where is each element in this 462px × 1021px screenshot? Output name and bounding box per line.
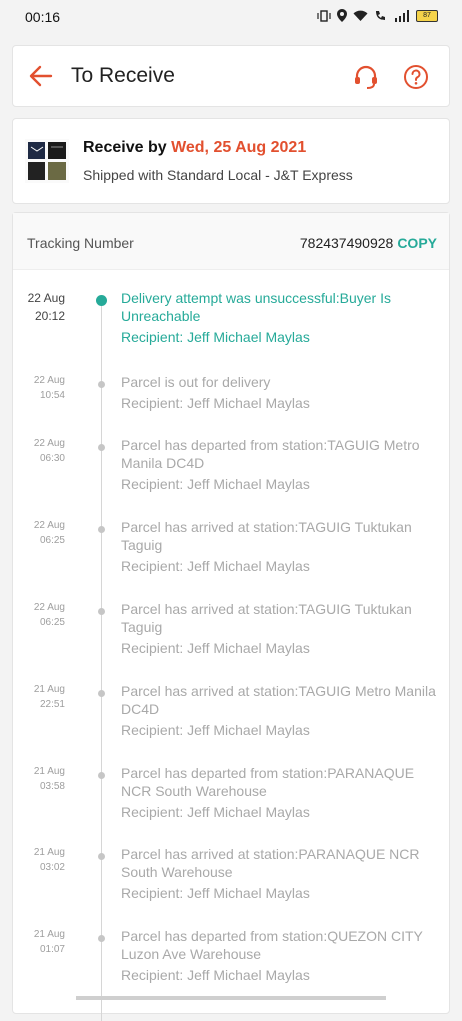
timeline-dot bbox=[98, 444, 105, 451]
event-description: Parcel has departed from station:QUEZON … bbox=[121, 927, 441, 984]
page-title: To Receive bbox=[71, 64, 175, 87]
timeline-dot bbox=[98, 853, 105, 860]
tracking-header: Tracking Number 782437490928 COPY bbox=[13, 213, 449, 270]
battery-icon: 87 bbox=[416, 9, 438, 22]
event-datetime: 21 Aug 22:51 bbox=[19, 682, 65, 712]
event-description: Delivery attempt was unsuccessful:Buyer … bbox=[121, 289, 441, 346]
timeline-dot bbox=[98, 690, 105, 697]
receive-by-label: Receive by bbox=[83, 139, 167, 156]
event-date: 21 Aug bbox=[33, 929, 65, 940]
timeline-dot bbox=[98, 772, 105, 779]
receive-by: Receive by Wed, 25 Aug 2021 bbox=[83, 139, 306, 157]
event-recipient: Recipient: Jeff Michael Maylas bbox=[121, 804, 310, 820]
event-status: Parcel has arrived at station:TAGUIG Tuk… bbox=[121, 601, 412, 635]
tracking-number-label: Tracking Number bbox=[27, 235, 134, 251]
navigation-gesture-bar[interactable] bbox=[76, 996, 386, 1000]
event-time: 22:51 bbox=[39, 699, 65, 710]
shipment-card: Receive by Wed, 25 Aug 2021 Shipped with… bbox=[12, 118, 450, 204]
arrow-left-icon[interactable] bbox=[27, 62, 55, 90]
event-datetime: 22 Aug 20:12 bbox=[19, 289, 65, 325]
question-circle-icon[interactable] bbox=[403, 64, 429, 90]
vibrate-icon bbox=[317, 9, 331, 22]
event-datetime: 22 Aug 06:25 bbox=[19, 518, 65, 548]
event-description: Parcel has departed from station:PARANAQ… bbox=[121, 764, 441, 821]
event-status: Delivery attempt was unsuccessful:Buyer … bbox=[121, 290, 391, 324]
event-datetime: 21 Aug 01:07 bbox=[19, 927, 65, 957]
headset-icon[interactable] bbox=[353, 64, 379, 90]
event-recipient: Recipient: Jeff Michael Maylas bbox=[121, 967, 310, 983]
event-recipient: Recipient: Jeff Michael Maylas bbox=[121, 558, 310, 574]
event-description: Parcel has arrived at station:TAGUIG Tuk… bbox=[121, 518, 441, 575]
event-status: Parcel has departed from station:QUEZON … bbox=[121, 928, 423, 962]
event-date: 21 Aug bbox=[33, 766, 65, 777]
receive-by-date: Wed, 25 Aug 2021 bbox=[171, 139, 307, 156]
timeline-dot bbox=[98, 608, 105, 615]
event-time: 20:12 bbox=[34, 309, 65, 323]
status-bar: 00:16 87 bbox=[0, 0, 462, 34]
timeline-dot bbox=[98, 526, 105, 533]
event-date: 22 Aug bbox=[33, 520, 65, 531]
event-recipient: Recipient: Jeff Michael Maylas bbox=[121, 722, 310, 738]
event-date: 22 Aug bbox=[27, 291, 65, 305]
status-icons: 87 bbox=[317, 9, 438, 22]
product-thumbnail bbox=[25, 139, 69, 183]
event-status: Parcel has arrived at station:TAGUIG Tuk… bbox=[121, 519, 412, 553]
timeline-dot-active bbox=[96, 295, 107, 306]
event-datetime: 22 Aug 06:25 bbox=[19, 600, 65, 630]
location-icon bbox=[337, 9, 347, 22]
event-time: 01:07 bbox=[39, 944, 65, 955]
event-datetime: 21 Aug 03:58 bbox=[19, 764, 65, 794]
event-description: Parcel has arrived at station:TAGUIG Met… bbox=[121, 682, 441, 739]
shipping-method: Shipped with Standard Local - J&T Expres… bbox=[83, 167, 353, 183]
event-date: 22 Aug bbox=[33, 602, 65, 613]
tracking-card: Tracking Number 782437490928 COPY 22 Aug … bbox=[12, 212, 450, 1021]
signal-icon bbox=[395, 9, 409, 22]
event-description: Parcel is out for delivery Recipient: Je… bbox=[121, 373, 441, 412]
event-description: Parcel has departed from station:TAGUIG … bbox=[121, 436, 441, 493]
event-recipient: Recipient: Jeff Michael Maylas bbox=[121, 476, 310, 492]
event-status: Parcel is out for delivery bbox=[121, 374, 271, 390]
header-bar: To Receive bbox=[12, 45, 450, 107]
event-time: 06:25 bbox=[39, 617, 65, 628]
event-date: 22 Aug bbox=[33, 375, 65, 386]
event-recipient: Recipient: Jeff Michael Maylas bbox=[121, 640, 310, 656]
event-description: Parcel has arrived at station:TAGUIG Tuk… bbox=[121, 600, 441, 657]
event-status: Parcel has arrived at station:PARANAQUE … bbox=[121, 846, 420, 880]
event-description: Parcel has arrived at station:PARANAQUE … bbox=[121, 845, 441, 902]
event-datetime: 21 Aug 03:02 bbox=[19, 845, 65, 875]
event-recipient: Recipient: Jeff Michael Maylas bbox=[121, 329, 310, 345]
event-time: 03:58 bbox=[39, 781, 65, 792]
tracking-number: 782437490928 COPY bbox=[300, 235, 437, 251]
copy-button[interactable]: COPY bbox=[397, 235, 437, 251]
timeline-dot bbox=[98, 381, 105, 388]
status-time: 00:16 bbox=[25, 9, 61, 25]
timeline-dot bbox=[98, 935, 105, 942]
event-time: 03:02 bbox=[39, 862, 65, 873]
event-datetime: 22 Aug 06:30 bbox=[19, 436, 65, 466]
event-date: 21 Aug bbox=[33, 847, 65, 858]
event-recipient: Recipient: Jeff Michael Maylas bbox=[121, 885, 310, 901]
event-time: 10:54 bbox=[39, 390, 65, 401]
event-time: 06:25 bbox=[39, 535, 65, 546]
tracking-number-value: 782437490928 bbox=[299, 235, 394, 251]
event-date: 21 Aug bbox=[33, 684, 65, 695]
timeline-line bbox=[101, 301, 102, 1021]
event-date: 22 Aug bbox=[33, 438, 65, 449]
event-status: Parcel has departed from station:PARANAQ… bbox=[121, 765, 415, 799]
event-status: Parcel has arrived at station:TAGUIG Met… bbox=[121, 683, 436, 717]
event-recipient: Recipient: Jeff Michael Maylas bbox=[121, 395, 310, 411]
event-time: 06:30 bbox=[39, 453, 65, 464]
call-icon bbox=[376, 10, 385, 20]
wifi-icon bbox=[353, 10, 368, 21]
event-status: Parcel has departed from station:TAGUIG … bbox=[121, 437, 420, 471]
event-datetime: 22 Aug 10:54 bbox=[19, 373, 65, 403]
